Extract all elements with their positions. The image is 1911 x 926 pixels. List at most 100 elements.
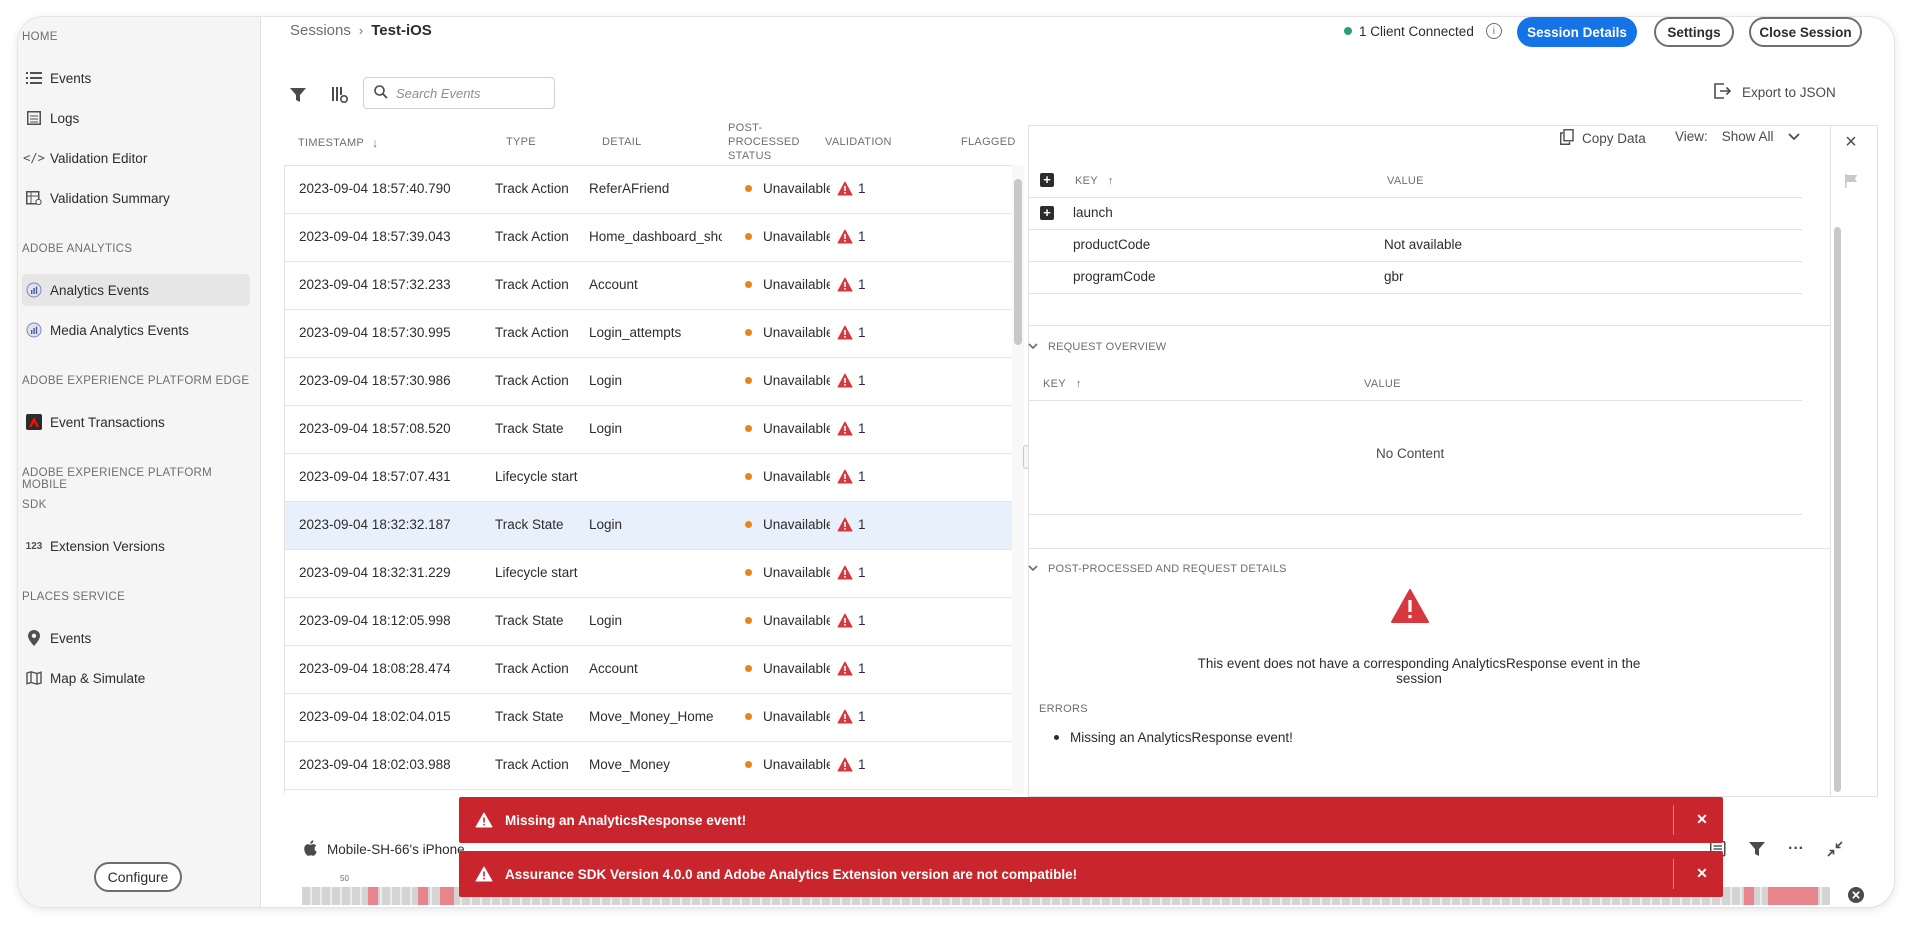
search-input[interactable]: Search Events [363, 77, 555, 109]
view-select[interactable]: View: Show All [1675, 129, 1800, 144]
table-row[interactable]: 2023-09-04 18:12:05.998 Track State Login U… [285, 598, 1012, 646]
table-row[interactable]: 2023-09-04 18:57:08.520 Track State Login U… [285, 406, 1012, 454]
table-row[interactable]: 2023-09-04 18:02:04.015 Track State Move_M… [285, 694, 1012, 742]
cell-validation[interactable]: 1 [837, 469, 877, 484]
cell-validation[interactable]: 1 [837, 421, 877, 436]
cell-validation[interactable]: 1 [837, 181, 877, 196]
table-row[interactable]: 2023-09-04 18:32:32.187 Track State Login U… [285, 502, 1012, 550]
expand-launch-icon[interactable]: + [1040, 206, 1054, 220]
column-type[interactable]: TYPE [506, 136, 536, 148]
column-detail[interactable]: DETAIL [602, 136, 642, 148]
timeline-filter-icon[interactable] [1747, 839, 1767, 859]
column-validation[interactable]: VALIDATION [825, 136, 892, 148]
table-row[interactable]: 2023-09-04 18:02:03.988 Track Action Move_… [285, 742, 1012, 790]
sidebar-item-logs[interactable]: Logs [22, 102, 250, 134]
column-timestamp[interactable]: TIMESTAMP ↓ [298, 136, 378, 150]
table-row[interactable]: 2023-09-04 18:57:07.431 Lifecycle start Un… [285, 454, 1012, 502]
ro-value-header[interactable]: VALUE [1364, 378, 1401, 390]
timeline-error-marker[interactable] [1744, 887, 1754, 905]
breadcrumb: Sessions › Test-iOS [290, 22, 432, 39]
column-flagged[interactable]: FLAGGED [961, 136, 1016, 148]
cell-validation[interactable]: 1 [837, 709, 877, 724]
kv-value-programcode: gbr [1384, 269, 1404, 284]
column-status-line1[interactable]: POST- [728, 122, 763, 134]
table-row[interactable]: 2023-09-04 18:57:39.043 Track Action Home_… [285, 214, 1012, 262]
table-row[interactable]: 2023-09-04 18:57:30.995 Track Action Login… [285, 310, 1012, 358]
column-timestamp-label: TIMESTAMP [298, 137, 365, 149]
sidebar-item-validation-summary[interactable]: Validation Summary [22, 182, 250, 214]
sidebar-item-event-transactions[interactable]: Event Transactions [22, 406, 250, 438]
cell-validation[interactable]: 1 [837, 229, 877, 244]
timeline-error-marker[interactable] [440, 887, 454, 905]
cell-status-label: Unavailable [763, 517, 830, 532]
info-icon[interactable]: i [1485, 23, 1502, 39]
kv-value-header[interactable]: VALUE [1387, 175, 1424, 187]
cell-validation[interactable]: 1 [837, 565, 877, 580]
table-scrollbar[interactable] [1014, 179, 1022, 345]
cell-validation[interactable]: 1 [837, 325, 877, 340]
table-row[interactable]: 2023-09-04 18:08:28.474 Track Action Accou… [285, 646, 1012, 694]
alert-icon [475, 865, 493, 883]
cell-validation-count: 1 [858, 613, 866, 628]
kv-key-header[interactable]: KEY ↑ [1075, 175, 1114, 187]
cell-validation[interactable]: 1 [837, 277, 877, 292]
breadcrumb-sessions[interactable]: Sessions [290, 22, 351, 39]
cell-timestamp: 2023-09-04 18:57:07.431 [299, 469, 451, 484]
detail-scrollbar[interactable] [1834, 227, 1841, 792]
expand-all-icon[interactable]: + [1040, 173, 1054, 187]
kv-key-launch[interactable]: launch [1073, 205, 1113, 220]
timeline-error-marker[interactable] [1768, 887, 1818, 905]
close-icon[interactable]: × [1843, 132, 1859, 152]
status-dot-icon [745, 425, 752, 432]
request-overview-toggle[interactable]: REQUEST OVERVIEW [1028, 341, 1166, 353]
status-dot-icon [745, 473, 752, 480]
sidebar-item-map-simulate[interactable]: Map & Simulate [22, 662, 250, 694]
cell-validation[interactable]: 1 [837, 373, 877, 388]
filter-icon[interactable] [288, 85, 308, 105]
cell-validation[interactable]: 1 [837, 517, 877, 532]
toast-close-icon[interactable]: ✕ [1693, 863, 1711, 883]
cell-validation-count: 1 [858, 565, 866, 580]
kv-key-header-label: KEY [1075, 175, 1098, 187]
table-row[interactable]: 2023-09-04 18:57:30.986 Track Action Login… [285, 358, 1012, 406]
session-details-button[interactable]: Session Details [1517, 17, 1637, 47]
configure-button[interactable]: Configure [94, 862, 182, 892]
sidebar-item-events[interactable]: Events [22, 62, 250, 94]
cell-detail: Account [589, 661, 638, 676]
cell-type: Track Action [495, 229, 569, 244]
cell-validation[interactable]: 1 [837, 757, 877, 772]
copy-data-button[interactable]: Copy Data [1560, 129, 1646, 148]
sidebar-item-places-events[interactable]: Events [22, 622, 250, 654]
settings-button[interactable]: Settings [1654, 17, 1734, 47]
table-row[interactable]: 2023-09-04 18:57:32.233 Track Action Accou… [285, 262, 1012, 310]
column-settings-icon[interactable] [330, 85, 350, 105]
post-processed-title: POST-PROCESSED AND REQUEST DETAILS [1048, 563, 1287, 575]
toast-close-icon[interactable]: ✕ [1693, 809, 1711, 829]
cell-detail: ReferAFriend [589, 181, 670, 196]
kv-value-productcode: Not available [1384, 237, 1463, 252]
table-row[interactable]: 2023-09-04 18:57:40.790 Track Action Refer… [285, 166, 1012, 214]
column-status-line2[interactable]: PROCESSED [728, 136, 800, 148]
flag-icon[interactable] [1844, 174, 1858, 193]
table-row[interactable]: 2023-09-04 18:32:31.229 Lifecycle start Un… [285, 550, 1012, 598]
clear-timeline-icon[interactable] [1847, 886, 1865, 907]
more-icon[interactable]: ··· [1786, 839, 1806, 859]
timeline-error-marker[interactable] [418, 887, 428, 905]
cell-validation[interactable]: 1 [837, 613, 877, 628]
view-label: View: [1675, 129, 1708, 144]
sidebar-item-extension-versions[interactable]: 123 Extension Versions [22, 530, 250, 562]
sidebar-item-analytics-events[interactable]: Analytics Events [22, 274, 250, 306]
collapse-icon[interactable] [1825, 839, 1845, 859]
export-to-json-button[interactable]: Export to JSON [1714, 83, 1836, 102]
post-processed-toggle[interactable]: POST-PROCESSED AND REQUEST DETAILS [1028, 563, 1287, 575]
sidebar-item-validation-editor[interactable]: </> Validation Editor [22, 142, 250, 174]
cell-type: Track Action [495, 181, 569, 196]
sidebar-item-media-analytics-events[interactable]: Media Analytics Events [22, 314, 250, 346]
device-selector[interactable]: Mobile-SH-66's iPhone [303, 840, 465, 859]
cell-timestamp: 2023-09-04 18:32:32.187 [299, 517, 451, 532]
close-session-button[interactable]: Close Session [1749, 17, 1862, 47]
timeline-error-marker[interactable] [368, 887, 378, 905]
ro-key-header[interactable]: KEY ↑ [1043, 378, 1082, 390]
cell-validation[interactable]: 1 [837, 661, 877, 676]
column-status-line3[interactable]: STATUS [728, 150, 772, 162]
